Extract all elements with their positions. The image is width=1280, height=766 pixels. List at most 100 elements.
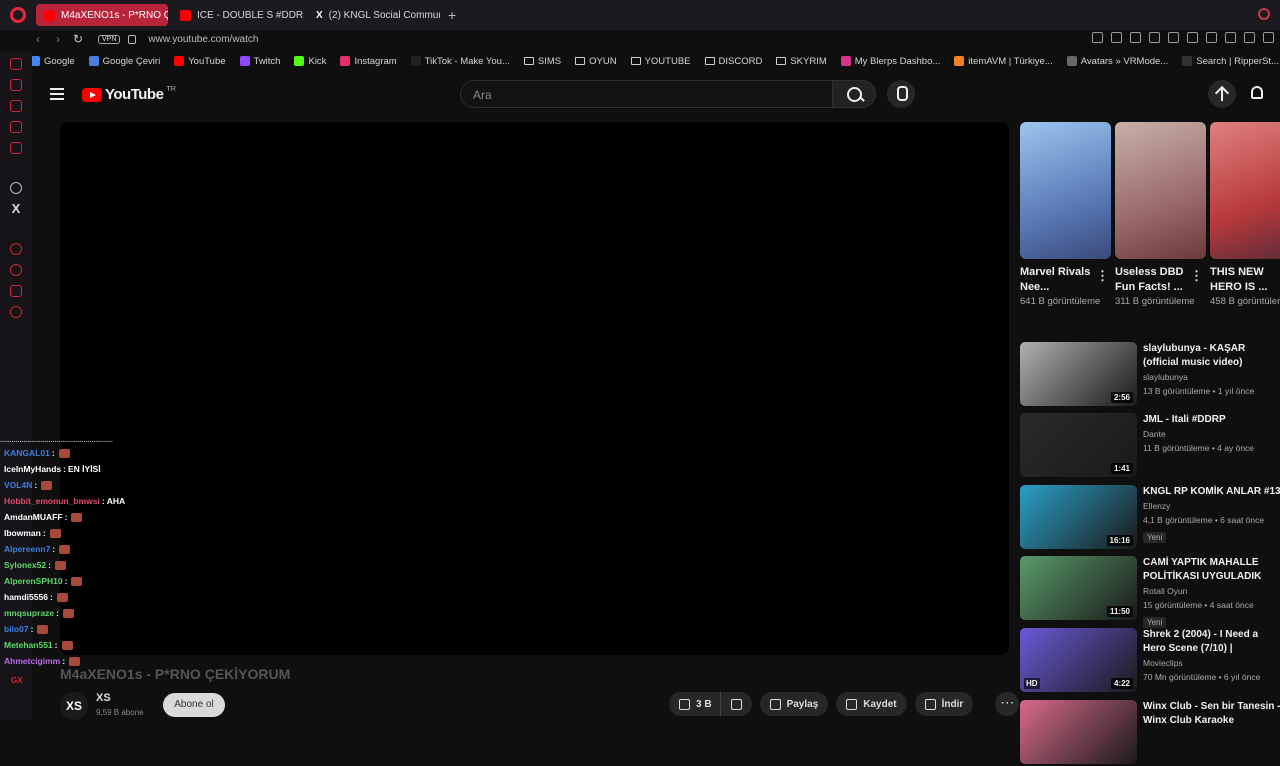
video-channel[interactable]: Movieclips [1143,656,1280,670]
youtube-logo[interactable]: YouTube TR [82,86,176,103]
create-upload-icon[interactable] [1208,80,1236,108]
bookmark-item[interactable]: SKYRIM [776,56,827,67]
video-thumbnail[interactable]: 1:41 [1020,413,1137,477]
video-thumbnail[interactable]: 11:50 [1020,556,1137,620]
url-field[interactable]: www.youtube.com/watch [148,34,258,45]
extensions-side-icon[interactable] [10,285,22,297]
x-icon[interactable]: X [12,202,21,215]
video-thumbnail[interactable]: 2:56 [1020,342,1137,406]
recommended-video[interactable]: 2:56 slaylubunya - KAŞAR (official music … [1020,342,1280,408]
bookmark-item[interactable]: DISCORD [704,56,762,67]
video-icon[interactable] [10,243,22,255]
send-icon[interactable] [1149,32,1160,43]
bookmark-item[interactable]: OYUN [575,56,617,67]
wallet-icon[interactable] [1130,32,1141,43]
video-channel[interactable]: Ellenzy [1143,499,1280,513]
notifications-bell-icon[interactable] [1251,86,1263,99]
chat-username[interactable]: Ahmetcigimm [0,653,60,669]
save-button[interactable]: Kaydet [836,692,907,716]
gx-cleaner-icon[interactable] [10,79,22,91]
chat-username[interactable]: Metehan551 [0,637,53,653]
short-menu-icon[interactable]: ⋮ [1190,268,1203,284]
chat-username[interactable]: Ibowman [0,525,41,541]
bookmark-item[interactable]: Google Çeviri [88,56,160,67]
forward-arrow-icon[interactable]: › [48,32,68,46]
video-title[interactable]: Winx Club - Sen bir Tanesin - Winx Club … [1143,700,1280,728]
chat-username[interactable]: IceInMyHands [0,461,61,477]
chat-username[interactable]: AmdanMUAFF [0,509,63,525]
chat-username[interactable]: KANGAL01 [0,445,50,461]
twitch-icon[interactable] [10,121,22,133]
video-title[interactable]: Shrek 2 (2004) - I Need a Hero Scene (7/… [1143,628,1280,656]
reload-icon[interactable]: ↻ [68,32,88,46]
bookmark-item[interactable]: YOUTUBE [630,56,691,67]
short-item[interactable]: Useless DBD Fun Facts! ... 311 B görüntü… [1115,122,1206,332]
download-icon[interactable] [1225,32,1236,43]
chat-username[interactable]: AlperenSPH10 [0,573,63,589]
hamburger-menu-icon[interactable] [50,88,64,100]
chat-username[interactable]: VOL4N [0,477,32,493]
player-icon[interactable] [10,100,22,112]
chat-username[interactable]: Sylonex52 [0,557,46,573]
search-input[interactable]: Ara [460,80,832,108]
new-tab-plus-icon[interactable]: + [448,7,456,23]
bookmark-item[interactable]: Instagram [340,56,397,67]
short-menu-icon[interactable]: ⋮ [1096,268,1109,284]
more-actions-icon[interactable]: ⋯ [995,692,1020,716]
video-thumbnail[interactable]: 16:16 [1020,485,1137,549]
bookmark-item[interactable]: Google [30,56,75,67]
opera-logo-icon[interactable] [10,7,26,23]
short-thumbnail[interactable] [1020,122,1111,259]
chat-username[interactable]: hamdi5556 [0,589,48,605]
gx-control-icon[interactable] [10,58,22,70]
bookmark-item[interactable]: Avatars » VRMode... [1066,56,1168,67]
settings-icon[interactable] [10,306,22,318]
short-thumbnail[interactable] [1115,122,1206,259]
short-title[interactable]: Marvel Rivals Nee... [1020,265,1098,295]
channel-name[interactable]: XS [96,692,111,704]
profile-icon[interactable] [1244,32,1255,43]
recommended-video[interactable]: 1:41 JML - Itali #DDRP Dante 11 B görüntüle… [1020,413,1280,479]
download-button[interactable]: İndir [914,692,974,716]
video-thumbnail[interactable] [1020,700,1137,764]
tab-ice[interactable]: ICE - DOUBLE S #DDRP - [172,4,304,26]
bookmark-item[interactable]: Twitch [239,56,280,67]
recommended-video[interactable]: 4:22 HD Shrek 2 (2004) - I Need a Hero Sce… [1020,628,1280,694]
heart-icon[interactable] [1187,32,1198,43]
video-title[interactable]: CAMİ YAPTIK MAHALLE POLİTİKASI UYGULADIK… [1143,556,1280,584]
video-title[interactable]: JML - Itali #DDRP [1143,413,1280,427]
short-title[interactable]: THIS NEW HERO IS ... [1210,265,1280,295]
chat-username[interactable]: Alpereenn7 [0,541,50,557]
video-thumbnail[interactable]: 4:22 HD [1020,628,1137,692]
messenger-icon[interactable] [10,142,22,154]
short-item[interactable]: Marvel Rivals Nee... 641 B görüntüleme [1020,122,1111,332]
recommended-video[interactable]: Winx Club - Sen bir Tanesin - Winx Club … [1020,700,1280,766]
bookmark-item[interactable]: YouTube [174,56,226,67]
short-thumbnail[interactable] [1210,122,1280,259]
video-channel[interactable]: Rotali Oyun [1143,584,1280,598]
search-button[interactable] [832,80,876,108]
pin-icon[interactable] [1092,32,1103,43]
bookmark-item[interactable]: Kick [294,56,326,67]
voice-search-mic-icon[interactable] [887,80,915,108]
chat-username[interactable]: Hobbit_emonun_bmwsi [0,493,100,509]
tab-active[interactable]: M4aXENO1s - P*RNO ÇEK [36,4,168,26]
snapshot-icon[interactable] [1111,32,1122,43]
play-icon[interactable] [1168,32,1179,43]
tab-search-icon[interactable] [1258,8,1270,20]
share-button[interactable]: Paylaş [759,692,829,716]
like-button[interactable]: 3 B [669,692,720,716]
back-arrow-icon[interactable]: ‹ [28,32,48,46]
dislike-button[interactable] [719,692,752,716]
video-title[interactable]: slaylubunya - KAŞAR (official music vide… [1143,342,1280,370]
chatgpt-icon[interactable] [10,182,22,194]
recommended-video[interactable]: 11:50 CAMİ YAPTIK MAHALLE POLİTİKASI UYGU… [1020,556,1280,628]
subscribe-button[interactable]: Abone ol [163,693,225,717]
channel-avatar[interactable]: XS [60,692,88,720]
bookmark-item[interactable]: itemAVM | Türkiye... [954,56,1053,67]
recommended-video[interactable]: 16:16 KNGL RP KOMİK ANLAR #13 Ellenzy 4,1 B… [1020,485,1280,551]
short-item[interactable]: THIS NEW HERO IS ... 458 B görüntüleme [1210,122,1280,332]
short-title[interactable]: Useless DBD Fun Facts! ... [1115,265,1193,295]
video-title[interactable]: KNGL RP KOMİK ANLAR #13 [1143,485,1280,499]
chat-username[interactable]: mnqsupraze [0,605,54,621]
